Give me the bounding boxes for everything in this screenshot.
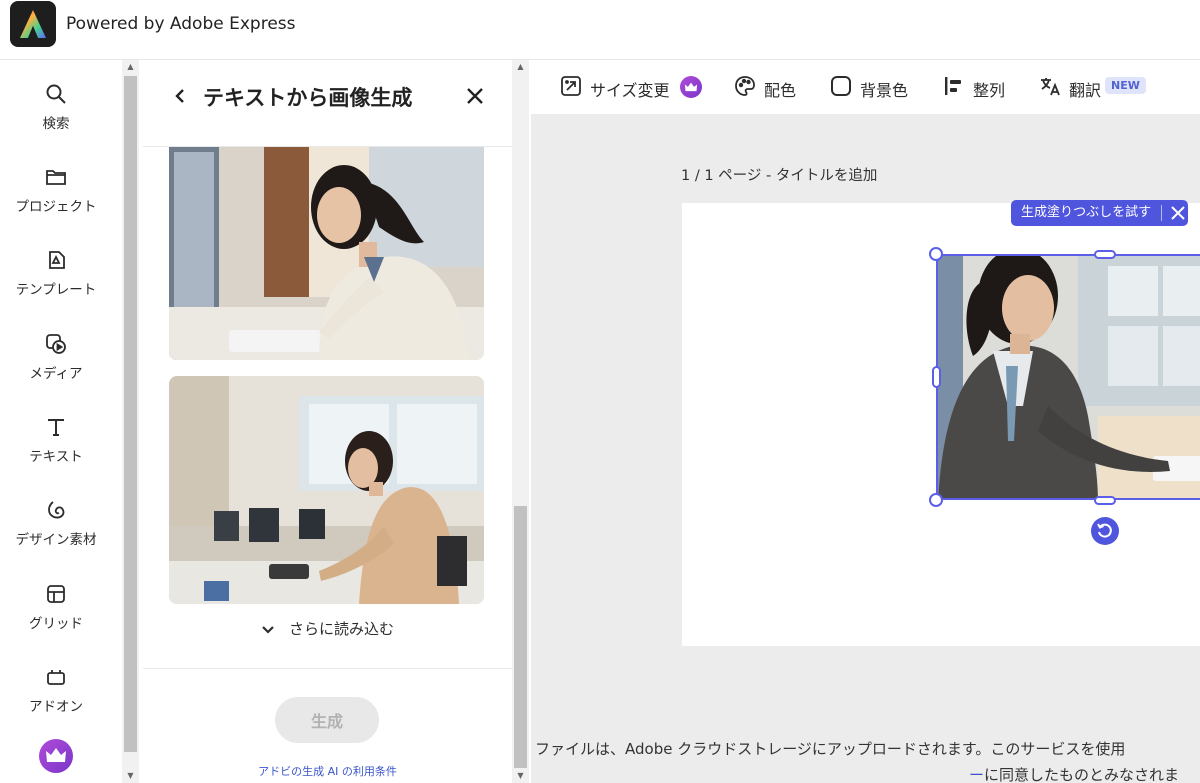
scroll-up-arrow-icon[interactable]: ▲: [122, 60, 139, 74]
translate-icon: [1041, 78, 1060, 96]
generative-fill-chip[interactable]: 生成塗りつぶしを試す: [1011, 200, 1189, 226]
tool-label: 背景色: [860, 81, 909, 100]
panel-header: テキストから画像生成: [143, 60, 512, 147]
premium-badge: [680, 76, 702, 98]
generated-results: [169, 147, 484, 667]
sidebar-item-label: メディア: [29, 366, 83, 382]
sidebar-item-templates[interactable]: テンプレート: [0, 248, 112, 318]
generated-image-1[interactable]: [169, 147, 484, 360]
align-icon: [945, 77, 961, 95]
generated-image-graphic: [169, 147, 484, 360]
left-rail: 検索 プロジェクト テンプレート メディア テキスト デザイン素材 グリッド ア…: [0, 60, 122, 783]
canvas-image-graphic: [938, 256, 1200, 498]
new-badge: NEW: [1105, 77, 1146, 94]
panel-scrollbar[interactable]: ▲ ▼: [512, 60, 529, 783]
canvas-toolbar: サイズ変更 配色 背景色 整列 翻訳 NEW: [531, 60, 1200, 114]
align-button[interactable]: 整列: [943, 75, 1013, 100]
scroll-down-arrow-icon[interactable]: ▼: [512, 769, 529, 783]
load-more-label: さらに読み込む: [288, 620, 394, 638]
adobe-express-logo-icon[interactable]: [10, 1, 56, 47]
resize-handle-top-left[interactable]: [929, 247, 943, 261]
upload-notice-text: に同意したものとみなされま: [984, 766, 1180, 783]
close-icon[interactable]: [463, 84, 487, 108]
sidebar-item-addons[interactable]: アドオン: [0, 665, 112, 735]
sidebar-item-label: テンプレート: [15, 282, 97, 298]
sidebar-item-label: アドオン: [29, 699, 83, 715]
text-to-image-panel: テキストから画像生成 さらに読み込む 生成 アドビの生成 AI の利用条件: [143, 60, 512, 783]
translate-button[interactable]: 翻訳 NEW: [1039, 75, 1149, 100]
folder-icon: [46, 170, 66, 185]
page-label[interactable]: 1 / 1 ページ - タイトルを追加: [681, 164, 877, 185]
sidebar-item-label: デザイン素材: [15, 532, 97, 548]
back-chevron-icon[interactable]: [169, 84, 191, 108]
generated-image-2[interactable]: [169, 376, 484, 604]
crown-icon: [46, 748, 66, 762]
template-icon: [49, 251, 65, 269]
rotate-button[interactable]: [1091, 517, 1119, 545]
top-bar: Powered by Adobe Express: [0, 0, 1200, 60]
selected-image[interactable]: [936, 254, 1200, 500]
shapes-icon: [48, 501, 65, 519]
load-more-button[interactable]: さらに読み込む: [143, 618, 512, 639]
sidebar-item-search[interactable]: 検索: [0, 82, 112, 152]
upload-notice-line2: ーに同意したものとみなされま: [969, 764, 1179, 783]
brand-title: Powered by Adobe Express: [66, 14, 296, 34]
resize-handle-bottom[interactable]: [1094, 496, 1116, 505]
resize-icon: [561, 76, 581, 96]
generate-button[interactable]: 生成: [275, 697, 379, 743]
terms-link-fragment[interactable]: ー: [969, 766, 984, 783]
premium-crown-button[interactable]: [39, 739, 73, 773]
search-icon: [46, 84, 66, 104]
sidebar-item-label: グリッド: [29, 616, 83, 632]
sidebar-item-label: プロジェクト: [15, 199, 97, 215]
background-color-button[interactable]: 背景色: [830, 75, 916, 100]
panel-title: テキストから画像生成: [203, 86, 413, 110]
sidebar-item-projects[interactable]: プロジェクト: [0, 165, 112, 235]
sidebar-item-grid[interactable]: グリッド: [0, 582, 112, 652]
rotate-icon: [1097, 523, 1112, 538]
canvas-stage: 1 / 1 ページ - タイトルを追加 生成塗りつぶしを試す ファイルは、Ado…: [531, 114, 1200, 783]
tool-label: 整列: [973, 81, 1006, 100]
crown-icon: [684, 82, 698, 92]
background-color-icon: [831, 76, 851, 96]
generated-image-graphic: [169, 376, 484, 604]
palette-icon: [735, 76, 755, 96]
resize-handle-top[interactable]: [1094, 250, 1116, 259]
close-icon[interactable]: [1168, 205, 1188, 220]
sidebar-item-text[interactable]: テキスト: [0, 415, 112, 485]
tool-label: サイズ変更: [590, 81, 670, 100]
addon-icon: [47, 670, 65, 685]
footer-divider: [143, 668, 512, 669]
rail-scroll-thumb[interactable]: [124, 76, 137, 752]
sidebar-item-media[interactable]: メディア: [0, 332, 112, 402]
sidebar-item-design-assets[interactable]: デザイン素材: [0, 498, 112, 568]
resize-handle-left[interactable]: [932, 366, 941, 388]
generative-fill-label: 生成塗りつぶしを試す: [1021, 205, 1152, 220]
rail-scrollbar[interactable]: ▲ ▼: [122, 60, 139, 783]
color-scheme-button[interactable]: 配色: [734, 75, 804, 100]
sidebar-item-label: テキスト: [29, 449, 83, 465]
tool-label: 翻訳: [1069, 81, 1102, 100]
panel-scroll-thumb[interactable]: [514, 506, 527, 768]
grid-icon: [47, 585, 65, 603]
upload-notice-line1: ファイルは、Adobe クラウドストレージにアップロードされます。このサービスを…: [535, 740, 1126, 758]
resize-button[interactable]: サイズ変更: [560, 75, 706, 100]
text-icon: [48, 419, 64, 436]
tool-label: 配色: [764, 81, 797, 100]
sidebar-item-label: 検索: [42, 116, 70, 132]
scroll-down-arrow-icon[interactable]: ▼: [122, 769, 139, 783]
chip-divider: [1161, 204, 1163, 221]
resize-handle-bottom-left[interactable]: [929, 493, 943, 507]
media-icon: [46, 334, 66, 354]
chevron-down-icon: [262, 625, 274, 634]
generative-ai-terms-link[interactable]: アドビの生成 AI の利用条件: [143, 763, 512, 779]
scroll-up-arrow-icon[interactable]: ▲: [512, 60, 529, 74]
